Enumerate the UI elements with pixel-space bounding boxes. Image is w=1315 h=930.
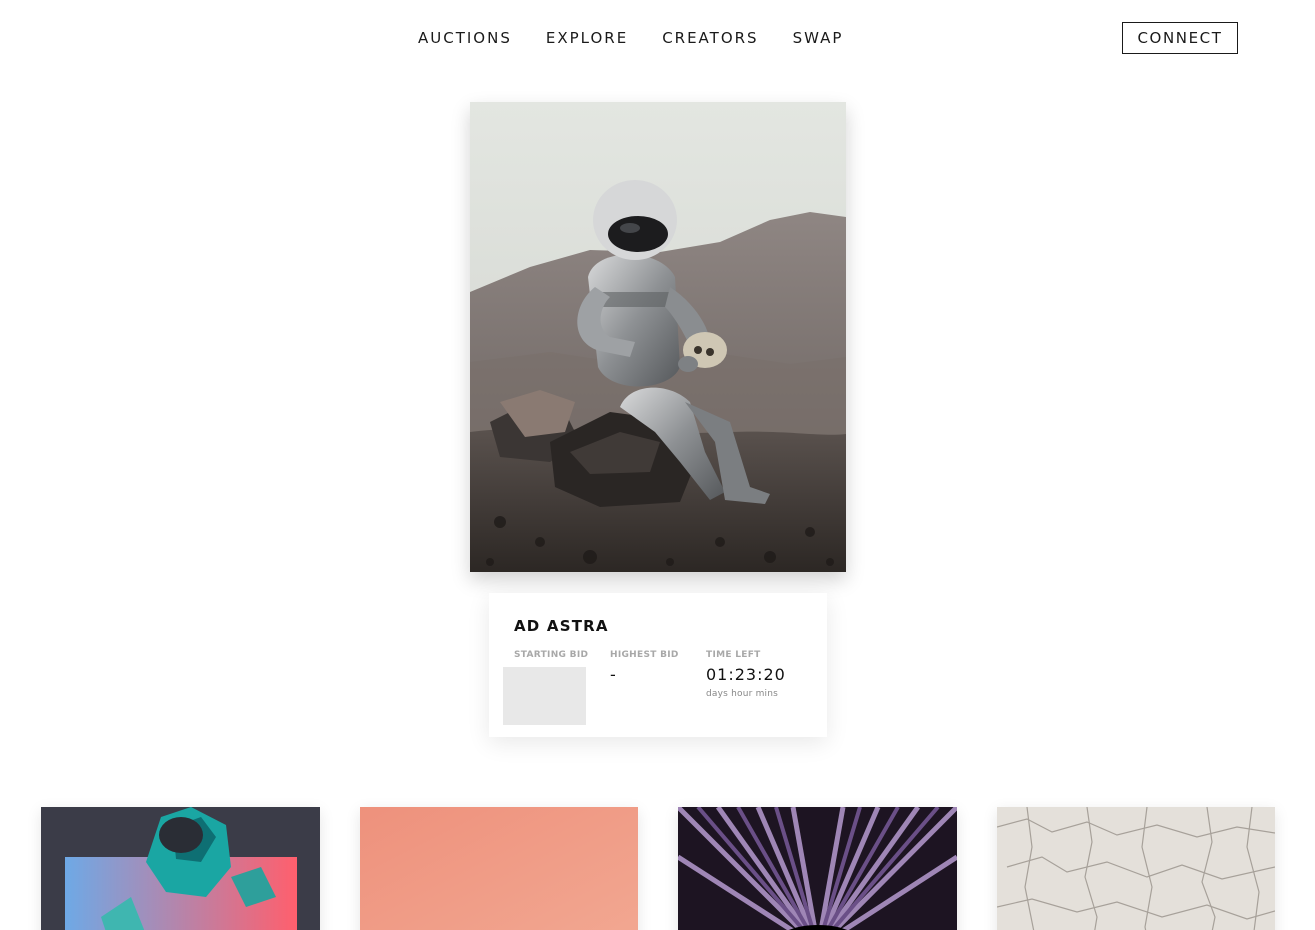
- crystal-astronaut-artwork: [41, 807, 320, 930]
- starting-bid-label: STARTING BID: [514, 650, 589, 660]
- artwork-card[interactable]: [997, 807, 1275, 930]
- artwork-card[interactable]: [678, 807, 957, 930]
- nav-link-creators[interactable]: CREATORS: [662, 29, 758, 47]
- auction-info-card: AD ASTRA STARTING BID HIGHEST BID - TIME…: [489, 593, 827, 737]
- cracked-earth-artwork: [997, 807, 1275, 930]
- artwork-card[interactable]: [360, 807, 638, 930]
- highest-bid-value: -: [610, 665, 617, 684]
- highest-bid-label: HIGHEST BID: [610, 650, 679, 660]
- nav-link-auctions[interactable]: AUCTIONS: [418, 29, 512, 47]
- peach-gradient-artwork: [360, 807, 638, 930]
- nav-link-swap[interactable]: SWAP: [793, 29, 844, 47]
- artwork-title: AD ASTRA: [514, 617, 609, 635]
- nav-links: AUCTIONS EXPLORE CREATORS SWAP: [418, 29, 843, 47]
- nav-link-explore[interactable]: EXPLORE: [546, 29, 628, 47]
- featured-artwork[interactable]: [470, 102, 846, 572]
- time-left-units: days hour mins: [706, 689, 779, 699]
- connect-button[interactable]: CONNECT: [1122, 22, 1238, 54]
- artwork-card[interactable]: [41, 807, 320, 930]
- time-left-label: TIME LEFT: [706, 650, 761, 660]
- astronaut-holding-skull-artwork: [470, 102, 846, 572]
- purple-tunnel-artwork: [678, 807, 957, 930]
- top-nav: AUCTIONS EXPLORE CREATORS SWAP CONNECT: [0, 0, 1315, 76]
- artwork-grid: [0, 807, 1315, 930]
- auction-page: AUCTIONS EXPLORE CREATORS SWAP CONNECT A…: [0, 0, 1315, 930]
- starting-bid-placeholder: [503, 667, 586, 725]
- time-left-value: 01:23:20: [706, 665, 786, 684]
